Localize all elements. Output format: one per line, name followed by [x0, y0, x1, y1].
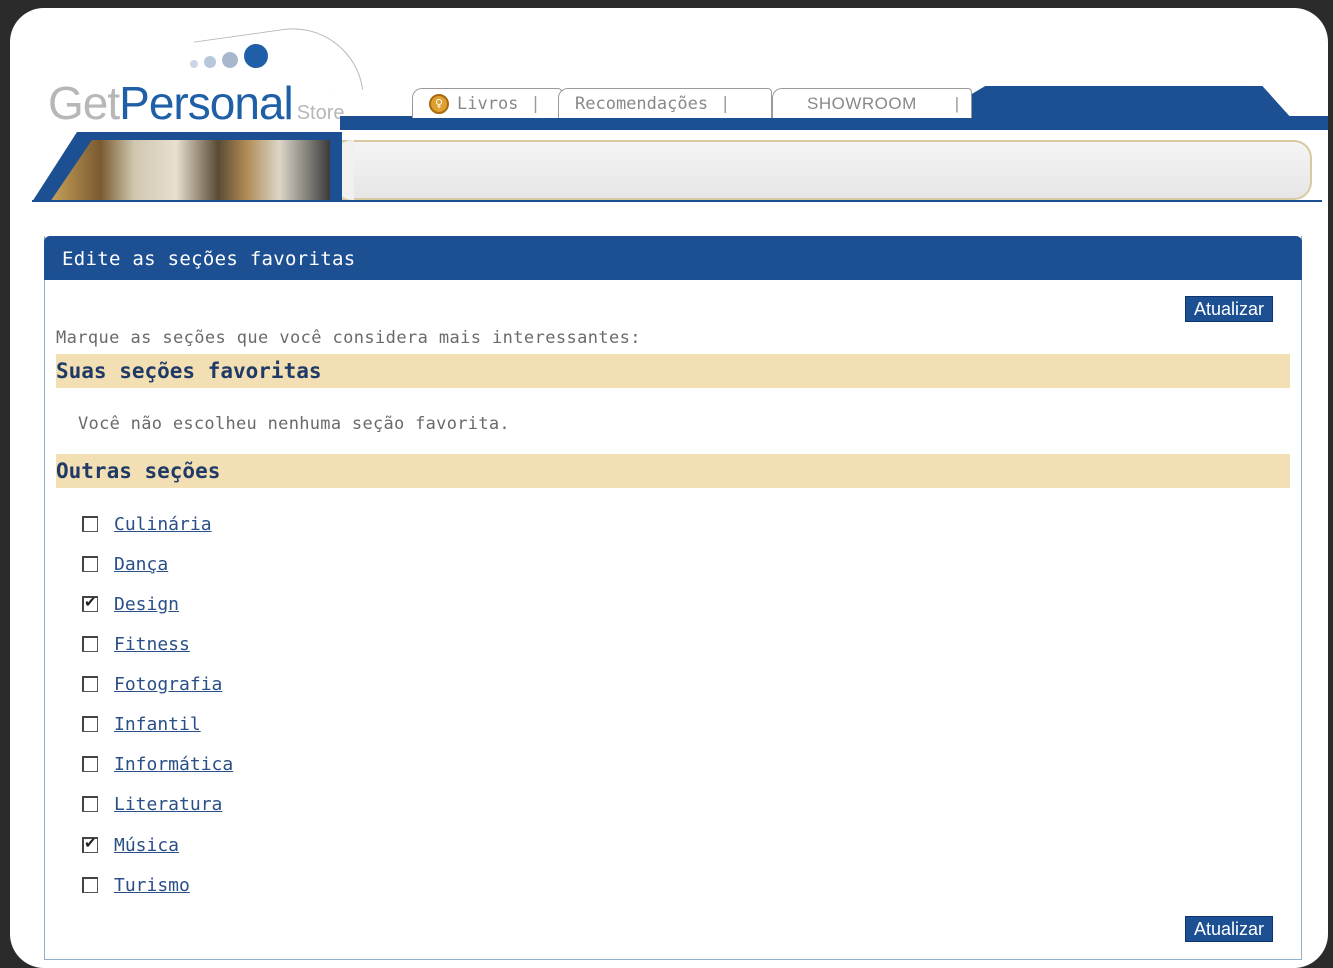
header-banner — [32, 132, 1322, 202]
section-option-turismo: Turismo — [82, 872, 190, 898]
banner-photos — [50, 140, 330, 202]
logo-personal: Personal — [119, 77, 294, 129]
section-option-literatura: Literatura — [82, 791, 222, 817]
logo-text: GetPersonal Store — [48, 76, 345, 130]
section-option-informatica: Informática — [82, 751, 233, 777]
section-option-fitness: Fitness — [82, 631, 190, 657]
section-link[interactable]: Design — [114, 594, 179, 615]
update-button-bottom[interactable]: Atualizar — [1185, 916, 1274, 942]
instruction-text: Marque as seções que você considera mais… — [56, 328, 641, 348]
browser-page: GetPersonal Store ♀ Livros | Recomendaçõe… — [10, 8, 1328, 968]
section-option-design: Design — [82, 591, 179, 617]
panel-title: Edite as seções favoritas — [62, 248, 356, 270]
section-option-culinaria: Culinária — [82, 511, 212, 537]
section-checkbox[interactable] — [82, 716, 98, 732]
logo-store: Store — [296, 102, 345, 124]
book-icon: ♀ — [429, 93, 449, 114]
section-link[interactable]: Literatura — [114, 794, 222, 815]
tab-recomendacoes[interactable]: Recomendações | — [558, 88, 772, 118]
section-link[interactable]: Informática — [114, 754, 233, 775]
favorites-section-header: Suas seções favoritas — [56, 354, 1290, 388]
section-option-infantil: Infantil — [82, 711, 201, 737]
favorites-heading: Suas seções favoritas — [56, 359, 322, 383]
tab-showroom-label: SHOWROOM — [807, 93, 917, 113]
section-option-fotografia: Fotografia — [82, 671, 222, 697]
section-checkbox[interactable] — [82, 676, 98, 692]
section-checkbox[interactable] — [82, 756, 98, 772]
section-checkbox[interactable] — [82, 796, 98, 812]
section-link[interactable]: Música — [114, 835, 179, 856]
others-section-header: Outras seções — [56, 454, 1290, 488]
section-option-musica: Música — [82, 832, 179, 858]
section-option-danca: Dança — [82, 551, 168, 577]
tab-separator: | — [530, 93, 541, 114]
section-link[interactable]: Dança — [114, 554, 168, 575]
tab-showroom[interactable]: SHOWROOM | — [772, 88, 972, 118]
tab-separator: | — [954, 93, 960, 113]
panel-header: Edite as seções favoritas — [44, 236, 1302, 280]
section-checkbox[interactable] — [82, 834, 98, 853]
tab-livros-label: Livros — [457, 93, 519, 114]
others-heading: Outras seções — [56, 459, 221, 483]
section-link[interactable]: Turismo — [114, 875, 190, 896]
tab-recomendacoes-label: Recomendações — [575, 93, 709, 114]
tab-active-area — [972, 86, 1302, 130]
section-link[interactable]: Infantil — [114, 714, 201, 735]
logo-get: Get — [48, 77, 120, 129]
banner-line — [32, 200, 1322, 202]
empty-favorites-message: Você não escolheu nenhuma seção favorita… — [78, 414, 510, 434]
section-link[interactable]: Fotografia — [114, 674, 222, 695]
section-checkbox[interactable] — [82, 593, 98, 612]
update-button-top[interactable]: Atualizar — [1185, 296, 1274, 322]
tab-separator: | — [720, 93, 731, 114]
section-checkbox[interactable] — [82, 877, 98, 893]
section-checkbox[interactable] — [82, 516, 98, 532]
section-link[interactable]: Fitness — [114, 634, 190, 655]
section-checkbox[interactable] — [82, 636, 98, 652]
banner-gray — [332, 140, 1312, 200]
section-checkbox[interactable] — [82, 556, 98, 572]
tab-livros[interactable]: ♀ Livros | — [412, 88, 562, 118]
section-link[interactable]: Culinária — [114, 514, 212, 535]
